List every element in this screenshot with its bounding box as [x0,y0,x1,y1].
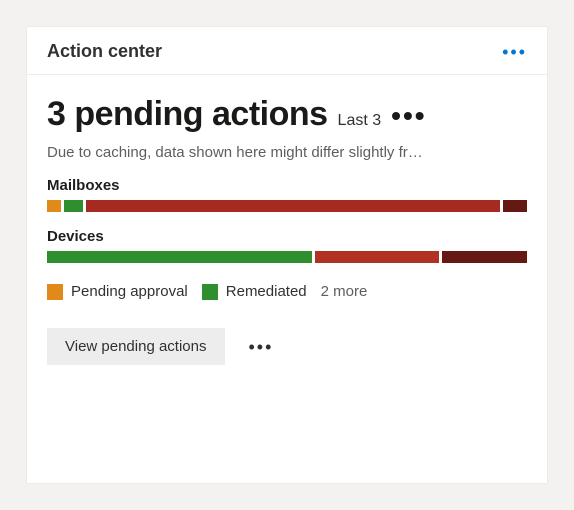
ellipsis-icon: ••• [391,102,426,130]
headline-row: 3 pending actions Last 3 ••• [47,95,527,134]
mailboxes-label: Mailboxes [47,177,527,194]
devices-label: Devices [47,228,527,245]
devices-seg-0 [47,251,312,263]
more-options-icon[interactable]: ••• [502,43,527,61]
mailboxes-seg-0 [47,200,61,212]
devices-seg-1 [315,251,438,263]
caching-note: Due to caching, data shown here might di… [47,144,527,161]
footer-more-icon[interactable]: ••• [249,338,274,356]
mailboxes-seg-3 [503,200,527,212]
timeframe-label: Last 3 [338,112,382,130]
card-title: Action center [47,41,162,62]
legend-more[interactable]: 2 more [321,283,368,300]
devices-seg-2 [442,251,527,263]
footer-row: View pending actions ••• [47,328,527,365]
card-body: 3 pending actions Last 3 ••• Due to cach… [27,75,547,385]
legend-item-remediated: Remediated [202,283,307,300]
devices-bar [47,251,527,263]
mailboxes-bar [47,200,527,212]
legend-swatch-remediated [202,284,218,300]
legend-swatch-pending-approval [47,284,63,300]
legend: Pending approval Remediated 2 more [47,283,527,300]
mailboxes-seg-1 [64,200,83,212]
legend-label-pending-approval: Pending approval [71,283,188,300]
action-center-card: Action center ••• 3 pending actions Last… [26,26,548,484]
card-header: Action center ••• [27,27,547,75]
legend-label-remediated: Remediated [226,283,307,300]
view-pending-actions-button[interactable]: View pending actions [47,328,225,365]
legend-item-pending-approval: Pending approval [47,283,188,300]
pending-actions-headline: 3 pending actions [47,95,328,134]
mailboxes-seg-2 [86,200,501,212]
